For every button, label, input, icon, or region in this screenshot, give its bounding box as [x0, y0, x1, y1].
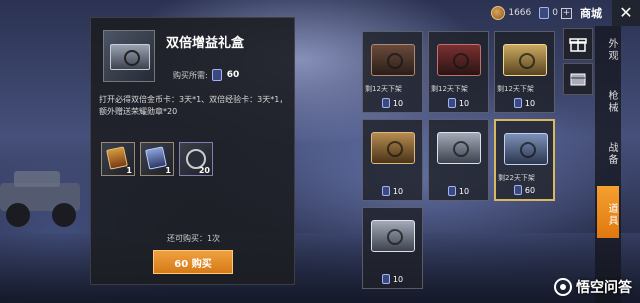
cost-value: 10	[392, 274, 404, 284]
item-title: 双倍增益礼盒	[166, 36, 245, 51]
coin-icon	[491, 6, 506, 20]
card-balance: 0 +	[539, 7, 572, 19]
crate-category-button[interactable]	[563, 63, 593, 95]
gift-category-button[interactable]	[563, 28, 593, 60]
buy-button[interactable]: 60 购买	[153, 250, 233, 274]
remaining-purchases: 还可购买：1次	[166, 234, 221, 243]
item-cost: 60	[496, 185, 553, 195]
item-price: 购买所需: 60	[173, 69, 239, 81]
cost-value: 60	[524, 185, 536, 195]
item-cost: 10	[495, 98, 554, 108]
reward-list: 1 1 20	[101, 142, 218, 176]
chest-icon	[437, 132, 481, 164]
cost-value: 10	[458, 186, 470, 196]
card-currency-icon	[447, 186, 456, 196]
card-currency-icon	[539, 7, 550, 19]
crate-icon	[570, 73, 586, 86]
shop-item[interactable]: 剩12天下架 10	[428, 31, 489, 113]
item-cost: 10	[363, 274, 422, 284]
add-currency-button[interactable]: +	[561, 7, 572, 19]
chest-icon	[437, 44, 481, 76]
tab-appearance[interactable]: 外观	[597, 38, 619, 62]
shop-item[interactable]: 10	[428, 119, 489, 201]
card-currency-icon	[513, 185, 522, 195]
item-preview	[103, 30, 155, 82]
exp-card-icon	[145, 146, 167, 170]
card-currency-icon	[513, 98, 522, 108]
expiry-tag: 剩12天下架	[365, 85, 402, 93]
reward-qty: 1	[126, 166, 132, 175]
tab-props[interactable]: 道具	[597, 186, 619, 238]
reward-gold-card[interactable]: 1	[101, 142, 135, 176]
card-currency-icon	[381, 186, 390, 196]
chest-icon	[371, 44, 415, 76]
reward-medal[interactable]: 20	[179, 142, 213, 176]
top-bar: 1666 0 + 商城 ✕	[460, 0, 640, 26]
price-value: 60	[226, 70, 240, 80]
chest-icon	[503, 44, 547, 76]
card-currency-icon	[447, 98, 456, 108]
shop-item[interactable]: 剩12天下架 10	[494, 31, 555, 113]
shop-item-selected[interactable]: 剩22天下架 60	[494, 119, 555, 201]
buy-label: 60 购买	[174, 258, 212, 270]
card-amount: 0	[552, 8, 558, 18]
chest-icon	[371, 220, 415, 252]
gold-card-icon	[106, 146, 128, 170]
shop-item[interactable]: 10	[362, 119, 423, 201]
shop-item[interactable]: 剩12天下架 10	[362, 31, 423, 113]
cost-value: 10	[392, 98, 404, 108]
expiry-tag: 剩12天下架	[431, 85, 468, 93]
reward-qty: 1	[165, 166, 171, 175]
reward-qty: 20	[198, 166, 210, 175]
watermark-text: 悟空问答	[576, 280, 632, 296]
game-shop-screen: 1666 0 + 商城 ✕ 双倍增益礼盒 购买所需: 60 打开必得双倍金币卡：…	[0, 0, 640, 303]
coin-balance: 1666	[491, 6, 531, 20]
shop-title: 商城	[580, 7, 602, 20]
watermark: 悟空问答	[554, 277, 632, 297]
item-cost: 10	[429, 186, 488, 196]
reward-exp-card[interactable]: 1	[140, 142, 174, 176]
chest-icon	[504, 133, 548, 165]
price-label: 购买所需:	[173, 70, 208, 80]
watermark-logo-icon	[554, 278, 572, 296]
card-currency-icon	[381, 274, 390, 284]
cost-value: 10	[392, 186, 404, 196]
item-cost: 10	[363, 98, 422, 108]
background-vehicle	[0, 171, 80, 227]
coin-amount: 1666	[508, 8, 532, 18]
shop-item[interactable]: 10	[362, 207, 423, 289]
tab-weapons[interactable]: 枪械	[597, 90, 619, 114]
item-description: 打开必得双倍金币卡：3天*1、双倍经验卡：3天*1，额外赠送荣耀勋章*20	[99, 95, 288, 116]
card-currency-icon	[211, 69, 222, 81]
card-currency-icon	[381, 98, 390, 108]
cost-value: 10	[458, 98, 470, 108]
expiry-tag: 剩22天下架	[498, 174, 535, 182]
close-button[interactable]: ✕	[612, 0, 640, 26]
item-cost: 10	[363, 186, 422, 196]
item-detail-panel: 双倍增益礼盒 购买所需: 60 打开必得双倍金币卡：3天*1、双倍经验卡：3天*…	[90, 17, 295, 285]
expiry-tag: 剩12天下架	[497, 85, 534, 93]
gift-icon	[569, 38, 587, 52]
cost-value: 10	[524, 98, 536, 108]
tab-battle[interactable]: 战备	[597, 142, 619, 166]
chest-icon	[371, 132, 415, 164]
item-cost: 10	[429, 98, 488, 108]
gift-box-icon	[110, 44, 150, 70]
